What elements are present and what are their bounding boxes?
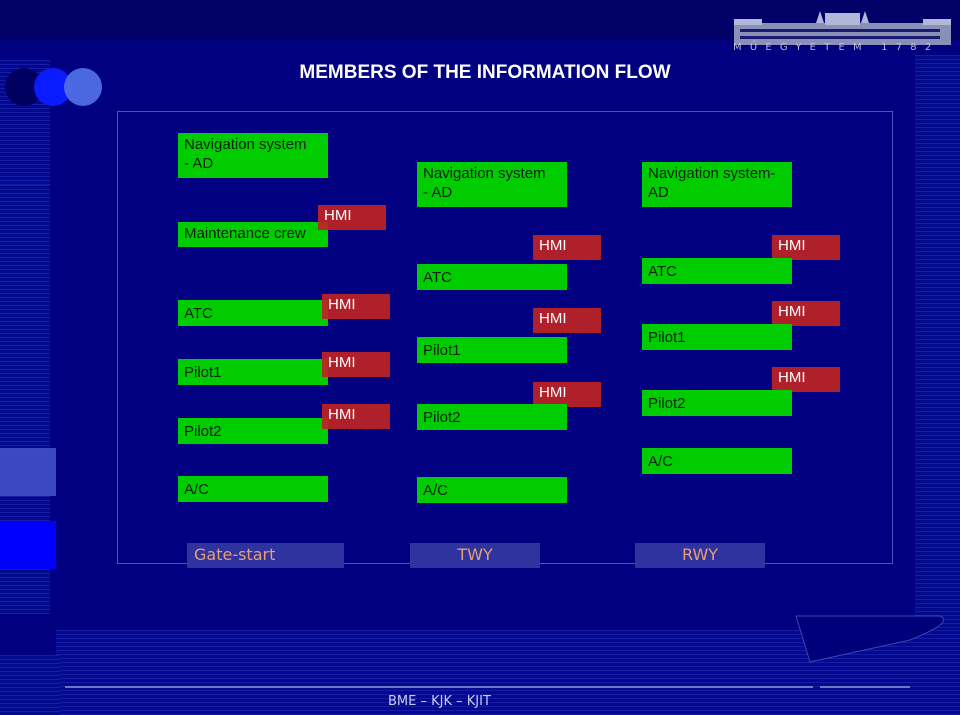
member-aircraft: A/C bbox=[417, 477, 567, 503]
hmi-atc: HMI bbox=[533, 235, 601, 260]
member-atc: ATC bbox=[178, 300, 328, 326]
member-pilot2: Pilot2 bbox=[417, 404, 567, 430]
member-aircraft: A/C bbox=[642, 448, 792, 474]
footer-divider bbox=[65, 686, 813, 688]
light-circle-icon bbox=[64, 68, 102, 106]
swoosh-decoration bbox=[795, 615, 945, 663]
footer-text: BME – KJK – KJIT bbox=[388, 694, 491, 709]
left-stripes-low bbox=[0, 496, 50, 521]
logo-caption: MŰEGYETEM 1782 bbox=[733, 42, 940, 53]
member-pilot1: Pilot1 bbox=[642, 324, 792, 350]
hmi-pilot1: HMI bbox=[322, 352, 390, 377]
member-maintenance-crew: Maintenance crew bbox=[178, 222, 328, 247]
phase-label-twy: TWY bbox=[410, 543, 540, 568]
left-block-bright bbox=[0, 521, 56, 569]
bottom-left-stripes bbox=[0, 655, 60, 715]
right-stripes bbox=[915, 55, 960, 635]
left-block-light bbox=[0, 448, 56, 496]
left-stripes-bottom bbox=[0, 569, 50, 614]
member-navigation-system: Navigation system- AD bbox=[642, 162, 792, 207]
left-stripes-mid bbox=[0, 185, 50, 450]
member-navigation-system: Navigation system - AD bbox=[417, 162, 567, 207]
hmi-pilot2: HMI bbox=[322, 404, 390, 429]
slide-title: MEMBERS OF THE INFORMATION FLOW bbox=[299, 62, 671, 83]
member-pilot2: Pilot2 bbox=[178, 418, 328, 444]
member-pilot1: Pilot1 bbox=[417, 337, 567, 363]
member-pilot1: Pilot1 bbox=[178, 359, 328, 385]
hmi-pilot1: HMI bbox=[533, 308, 601, 333]
member-navigation-system: Navigation system - AD bbox=[178, 133, 328, 178]
footer-divider-short bbox=[820, 686, 910, 688]
phase-label-gate-start: Gate-start bbox=[187, 543, 344, 568]
hmi-atc: HMI bbox=[772, 235, 840, 260]
member-pilot2: Pilot2 bbox=[642, 390, 792, 416]
member-atc: ATC bbox=[642, 258, 792, 284]
member-aircraft: A/C bbox=[178, 476, 328, 502]
hmi-pilot1: HMI bbox=[772, 301, 840, 326]
member-atc: ATC bbox=[417, 264, 567, 290]
hmi-maintenance-crew: HMI bbox=[318, 205, 386, 230]
hmi-atc: HMI bbox=[322, 294, 390, 319]
phase-label-rwy: RWY bbox=[635, 543, 765, 568]
hmi-pilot2: HMI bbox=[772, 367, 840, 392]
